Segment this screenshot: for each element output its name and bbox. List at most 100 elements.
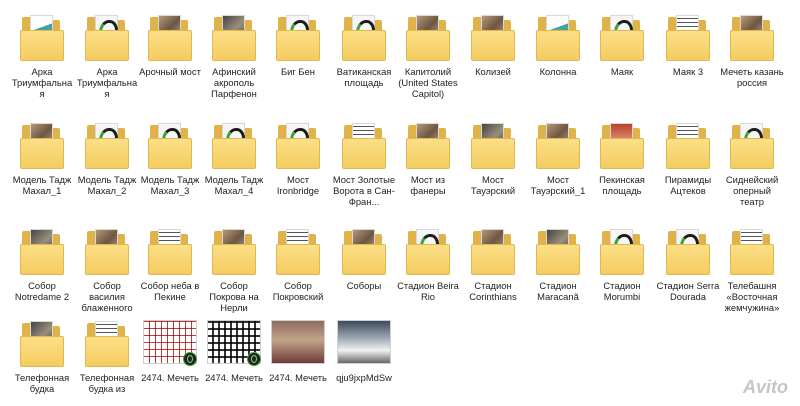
app-badge-icon <box>247 352 261 366</box>
item-label: Мост из фанеры <box>410 174 446 196</box>
folder-icon <box>80 8 134 61</box>
folder-item[interactable]: Собор Покровский <box>266 222 330 314</box>
folder-item[interactable]: Пирамиды Ацтеков <box>656 116 720 208</box>
item-label: Мост Тауэрский_1 <box>530 174 586 196</box>
folder-item[interactable]: Мост Тауэрский <box>461 116 525 208</box>
folder-icon <box>271 116 325 169</box>
folder-icon <box>595 116 649 169</box>
folder-item[interactable]: Собор Покрова на Нерли <box>202 222 266 314</box>
item-label: Сиднейский оперный театр <box>725 174 779 207</box>
folder-item[interactable]: Мост Ironbridge <box>266 116 330 208</box>
item-label: Собор василия блаженного <box>81 280 133 313</box>
item-label: Колизей <box>475 66 511 77</box>
item-label: Стадион Morumbi <box>603 280 641 302</box>
folder-item[interactable]: Мост из фанеры <box>396 116 460 208</box>
folder-item[interactable]: Ватиканская площадь <box>332 8 396 100</box>
folder-item[interactable]: Стадион Maracanã <box>526 222 590 314</box>
folder-icon <box>337 222 391 275</box>
item-label: Колонна <box>539 66 577 77</box>
folder-icon <box>80 222 134 275</box>
folder-item[interactable]: Мечеть казань россия <box>720 8 784 100</box>
item-label: Мост Тауэрский <box>470 174 516 196</box>
item-label: Арочный мост <box>139 66 201 77</box>
image-file-item[interactable]: 2474. Мечеть <box>266 314 330 406</box>
folder-item[interactable]: Арочный мост <box>138 8 202 100</box>
item-label: Телефонная будка из <box>79 372 135 394</box>
item-label: Мост Золотые Ворота в Сан-Фран... <box>332 174 396 207</box>
folder-item[interactable]: Модель Тадж Махал_1 <box>10 116 74 208</box>
file-grid: Арка Триумфальная Арка Триумфальная Арочны… <box>0 0 800 404</box>
folder-item[interactable]: Стадион Corinthians <box>461 222 525 314</box>
item-label: qju9jxpMdSw <box>336 372 392 383</box>
folder-icon <box>15 314 69 367</box>
image-file-item[interactable]: 2474. Мечеть <box>202 314 266 406</box>
item-label: 2474. Мечеть <box>269 372 327 383</box>
folder-item[interactable]: Стадион Beira Rio <box>396 222 460 314</box>
item-label: Пекинская площадь <box>599 174 645 196</box>
folder-item[interactable]: Арка Триумфальная <box>75 8 139 100</box>
folder-item[interactable]: Сиднейский оперный театр <box>720 116 784 208</box>
item-label: Модель Тадж Махал_2 <box>77 174 137 196</box>
folder-item[interactable]: Биг Бен <box>266 8 330 100</box>
folder-icon <box>466 8 520 61</box>
item-label: Телефонная будка <box>14 372 70 394</box>
item-label: Модель Тадж Махал_4 <box>204 174 264 196</box>
folder-item[interactable]: Телебашня «Восточная жемчужина» <box>720 222 784 314</box>
folder-item[interactable]: Арка Триумфальная <box>10 8 74 100</box>
folder-item[interactable]: Собор Notredame 2 <box>10 222 74 314</box>
folder-icon <box>401 8 455 61</box>
folder-item[interactable]: Мост Тауэрский_1 <box>526 116 590 208</box>
item-label: Мост Ironbridge <box>276 174 320 196</box>
folder-icon <box>725 8 779 61</box>
folder-item[interactable]: Маяк 3 <box>656 8 720 100</box>
folder-item[interactable]: Модель Тадж Махал_2 <box>75 116 139 208</box>
folder-icon <box>80 116 134 169</box>
item-label: Стадион Beira Rio <box>397 280 459 302</box>
item-label: Маяк 3 <box>672 66 704 77</box>
item-label: Соборы <box>346 280 382 291</box>
image-file-item[interactable]: 2474. Мечеть <box>138 314 202 406</box>
folder-item[interactable]: Колизей <box>461 8 525 100</box>
folder-item[interactable]: Капитолий (United States Capitol) <box>396 8 460 100</box>
folder-item[interactable]: Собор василия блаженного <box>75 222 139 314</box>
item-label: Мечеть казань россия <box>720 66 784 88</box>
image-thumbnail <box>337 314 391 366</box>
folder-item[interactable]: Телефонная будка из <box>75 314 139 406</box>
folder-item[interactable]: Телефонная будка <box>10 314 74 406</box>
folder-icon <box>725 222 779 275</box>
image-preview <box>337 320 391 364</box>
folder-item[interactable]: Соборы <box>332 222 396 314</box>
item-label: Маяк <box>610 66 634 77</box>
folder-icon <box>531 8 585 61</box>
item-label: Модель Тадж Махал_3 <box>140 174 200 196</box>
folder-item[interactable]: Стадион Morumbi <box>590 222 654 314</box>
folder-icon <box>661 8 715 61</box>
folder-icon <box>207 8 261 61</box>
item-label: Собор неба в Пекине <box>140 280 200 302</box>
folder-icon <box>401 222 455 275</box>
folder-icon <box>337 116 391 169</box>
item-label: 2474. Мечеть <box>141 372 199 383</box>
item-label: Арка Триумфальная <box>11 66 73 99</box>
folder-item[interactable]: Модель Тадж Махал_3 <box>138 116 202 208</box>
folder-icon <box>661 222 715 275</box>
folder-item[interactable]: Маяк <box>590 8 654 100</box>
folder-item[interactable]: Стадион Serra Dourada <box>656 222 720 314</box>
item-label: Пирамиды Ацтеков <box>664 174 712 196</box>
folder-item[interactable]: Афинский акрополь Парфенон <box>202 8 266 100</box>
folder-icon <box>271 222 325 275</box>
item-label: Стадион Corinthians <box>469 280 517 302</box>
folder-item[interactable]: Модель Тадж Махал_4 <box>202 116 266 208</box>
item-label: Собор Notredame 2 <box>14 280 70 302</box>
folder-item[interactable]: Собор неба в Пекине <box>138 222 202 314</box>
folder-item[interactable]: Пекинская площадь <box>590 116 654 208</box>
image-file-item[interactable]: qju9jxpMdSw <box>332 314 396 406</box>
folder-icon <box>466 116 520 169</box>
folder-icon <box>271 8 325 61</box>
folder-icon <box>661 116 715 169</box>
item-label: Стадион Serra Dourada <box>656 280 720 302</box>
folder-icon <box>401 116 455 169</box>
folder-item[interactable]: Мост Золотые Ворота в Сан-Фран... <box>332 116 396 208</box>
folder-item[interactable]: Колонна <box>526 8 590 100</box>
folder-icon <box>595 222 649 275</box>
